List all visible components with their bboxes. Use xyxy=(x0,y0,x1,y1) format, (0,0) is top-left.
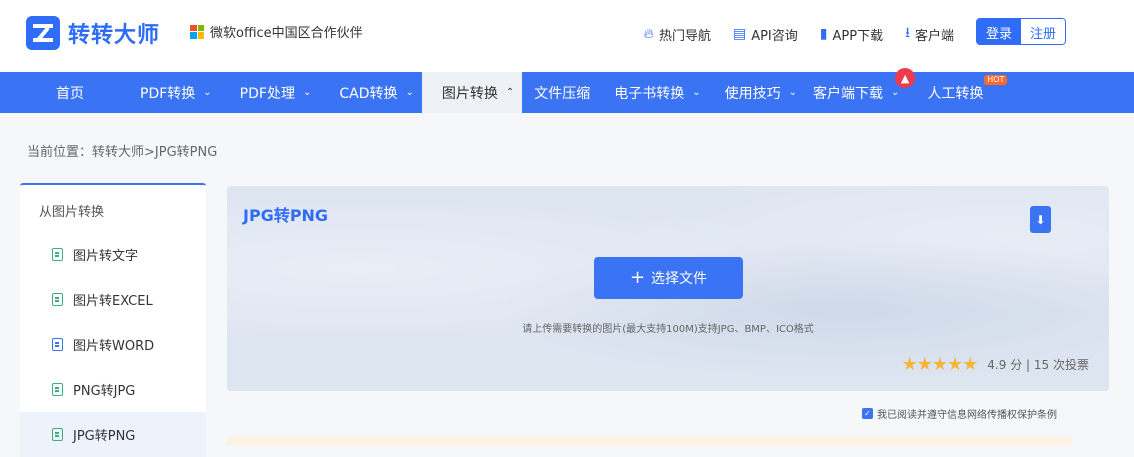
main-nav: 首页 PDF转换 ⌄ PDF处理 ⌄ CAD转换 ⌄ 图片转换 ⌃ 文件压缩 电… xyxy=(0,68,1134,113)
nav-item-label: 使用技巧 xyxy=(724,85,781,102)
nav-item-label: 电子书转换 xyxy=(614,85,685,102)
nav-item-label: 人工转换 xyxy=(927,85,984,102)
chevron-down-icon: ⌄ xyxy=(788,87,798,98)
upload-panel: JPG转PNG ⬇︎ + 选择文件 请上传需要转换的图片(最大支持100M)支持… xyxy=(227,186,1109,391)
nav-item-label: CAD转换 xyxy=(339,85,398,102)
sidebar-title: 从图片转换 xyxy=(39,205,105,220)
nav-item-manual-convert[interactable]: 人工转换 HOT xyxy=(903,72,1013,113)
sidebar-item-image-to-excel[interactable]: 图片转EXCEL xyxy=(20,277,206,322)
top-link-label: APP下载 xyxy=(832,28,884,44)
sidebar-item-image-to-word[interactable]: 图片转WORD xyxy=(20,322,206,367)
breadcrumb: 当前位置：转转大师>JPG转PNG xyxy=(27,145,218,160)
panel-title: JPG转PNG xyxy=(243,206,329,225)
notice-strip xyxy=(227,437,1071,445)
rating-score-unit: 分 xyxy=(1010,358,1023,372)
rating-stars[interactable]: ★★★★★ xyxy=(902,354,979,375)
nav-item-label: 首页 xyxy=(56,85,84,102)
nav-item-label: PDF处理 xyxy=(239,85,295,102)
nav-item-pdf-convert[interactable]: PDF转换 ⌄ xyxy=(124,72,224,113)
top-link-hot-nav[interactable]: 🔥︎ 热门导航 xyxy=(644,25,711,44)
chevron-down-icon: ⌄ xyxy=(405,87,414,98)
top-links: 🔥︎ 热门导航 ▤ API咨询 ▮ APP下载 ⭳ 客户端 xyxy=(644,22,954,46)
chevron-down-icon: ⌄ xyxy=(302,87,312,98)
choose-file-button[interactable]: + 选择文件 xyxy=(594,257,743,299)
sidebar-item-label: 图片转文字 xyxy=(73,249,139,264)
sidebar-item-label: 图片转WORD xyxy=(73,339,155,354)
nav-item-client-download[interactable]: 客户端下载 ⌄ ▲ xyxy=(801,68,916,113)
nav-item-label: 文件压缩 xyxy=(534,85,591,102)
sidebar-item-jpg-to-png[interactable]: JPG转PNG xyxy=(20,412,206,457)
rating-separator: | xyxy=(1026,357,1031,372)
logo-mark-icon xyxy=(26,16,60,50)
phone-icon: ▮ xyxy=(819,26,828,42)
file-icon xyxy=(52,428,63,441)
agreement: ✓ 我已阅读并遵守信息网络传播权保护条例 xyxy=(862,406,1057,421)
top-link-label: API咨询 xyxy=(751,28,798,44)
sidebar-item-png-to-jpg[interactable]: PNG转JPG xyxy=(20,367,206,412)
register-button[interactable]: 注册 xyxy=(1020,19,1065,44)
nav-item-label: 客户端下载 xyxy=(813,85,884,102)
rating-votes: 15 次投票 xyxy=(1033,358,1089,372)
nav-item-ebook-convert[interactable]: 电子书转换 ⌄ xyxy=(598,72,712,113)
top-link-api[interactable]: ▤ API咨询 xyxy=(733,25,798,44)
top-link-client[interactable]: ⭳ 客户端 xyxy=(905,22,954,46)
chat-icon: ▤ xyxy=(732,26,747,42)
sidebar-item-image-to-text[interactable]: 图片转文字 xyxy=(20,232,206,277)
file-icon xyxy=(52,293,63,306)
flame-icon: 🔥︎ xyxy=(643,26,654,42)
plus-icon: + xyxy=(629,267,646,288)
partner-text: 微软office中国区合作伙伴 xyxy=(210,26,363,41)
site-logo[interactable]: 转转大师 xyxy=(26,16,160,50)
download-icon[interactable]: ⬇︎ xyxy=(1030,206,1051,233)
top-link-label: 热门导航 xyxy=(658,28,711,44)
agree-checkbox[interactable]: ✓ xyxy=(862,408,873,419)
agree-text: 我已阅读并遵守信息网络传播权保护条例 xyxy=(877,410,1057,421)
file-icon xyxy=(52,338,63,351)
sidebar-item-label: PNG转JPG xyxy=(73,384,136,399)
upload-hint: 请上传需要转换的图片(最大支持100M)支持JPG、BMP、ICO格式 xyxy=(522,324,814,335)
nav-item-cad-convert[interactable]: CAD转换 ⌄ xyxy=(323,72,422,113)
nav-item-home[interactable]: 首页 xyxy=(40,72,124,113)
top-link-app[interactable]: ▮ APP下载 xyxy=(820,25,883,44)
logo-text: 转转大师 xyxy=(68,23,161,48)
top-link-label: 客户端 xyxy=(914,28,954,44)
login-button[interactable]: 登录 xyxy=(976,19,1021,44)
microsoft-logo-icon xyxy=(190,24,204,39)
rating-score: 4.9 xyxy=(987,357,1007,372)
nav-item-tips[interactable]: 使用技巧 ⌄ xyxy=(713,72,801,113)
partner-note: 微软office中国区合作伙伴 xyxy=(190,22,363,41)
sidebar-item-label: JPG转PNG xyxy=(73,429,136,444)
chevron-down-icon: ⌄ xyxy=(891,87,900,98)
hot-badge: HOT xyxy=(984,75,1008,85)
nav-item-image-convert[interactable]: 图片转换 ⌃ xyxy=(421,72,523,113)
rating: ★★★★★ 4.9 分 | 15 次投票 xyxy=(902,354,1089,375)
download-icon: ⭳ xyxy=(905,25,910,41)
chevron-down-icon: ⌄ xyxy=(203,87,212,98)
nav-item-label: 图片转换 xyxy=(441,85,498,102)
auth-buttons: 登录 注册 xyxy=(975,18,1066,45)
sidebar: 从图片转换 图片转文字 图片转EXCEL 图片转WORD PNG转JPG JPG… xyxy=(20,183,206,457)
file-icon xyxy=(52,248,63,261)
nav-item-label: PDF转换 xyxy=(140,85,196,102)
nav-item-pdf-process[interactable]: PDF处理 ⌄ xyxy=(224,72,324,113)
chevron-up-icon: ⌃ xyxy=(505,87,515,98)
sidebar-item-label: 图片转EXCEL xyxy=(73,294,153,309)
file-icon xyxy=(52,383,63,396)
top-header: 转转大师 微软office中国区合作伙伴 🔥︎ 热门导航 ▤ API咨询 ▮ A… xyxy=(0,0,1134,72)
choose-file-label: 选择文件 xyxy=(651,271,708,287)
nav-item-compress[interactable]: 文件压缩 xyxy=(522,72,598,113)
chevron-down-icon: ⌄ xyxy=(692,87,701,98)
